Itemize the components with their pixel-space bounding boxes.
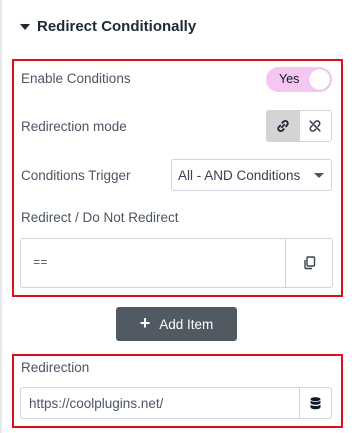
- enable-conditions-toggle[interactable]: Yes: [266, 67, 332, 92]
- link-mode-button[interactable]: [267, 111, 299, 141]
- copy-icon: [303, 256, 315, 270]
- conditions-trigger-select[interactable]: All - AND Conditions: [171, 159, 332, 191]
- redirection-label: Redirection: [21, 360, 90, 375]
- toggle-knob: [309, 69, 330, 90]
- section-header[interactable]: Redirect Conditionally: [20, 18, 196, 35]
- redirect-rule-label: Redirect / Do Not Redirect: [21, 210, 179, 225]
- redirection-mode-label: Redirection mode: [21, 119, 127, 134]
- enable-conditions-label: Enable Conditions: [21, 71, 131, 86]
- caret-down-icon: [20, 24, 30, 30]
- add-item-label: Add Item: [159, 316, 214, 332]
- database-icon: [310, 396, 321, 409]
- unlink-mode-button[interactable]: [298, 111, 331, 141]
- redirection-url-value: https://coolplugins.net/: [29, 396, 164, 411]
- toggle-label: Yes: [279, 72, 300, 86]
- panel-edge: [0, 0, 2, 433]
- copy-button[interactable]: [286, 239, 332, 287]
- redirection-mode-buttons: [266, 110, 332, 142]
- add-item-button[interactable]: + Add Item: [116, 307, 237, 341]
- redirect-rule-value: ==: [33, 256, 48, 270]
- redirection-url-field[interactable]: https://coolplugins.net/: [20, 387, 332, 419]
- conditions-trigger-value: All - AND Conditions: [178, 167, 301, 183]
- chevron-down-icon: [314, 173, 324, 178]
- plus-icon: +: [139, 313, 151, 333]
- redirect-rule-field[interactable]: ==: [20, 238, 333, 288]
- unlink-icon: [309, 120, 321, 132]
- link-icon: [277, 120, 289, 132]
- conditions-trigger-label: Conditions Trigger: [21, 168, 131, 183]
- dynamic-tags-button[interactable]: [300, 388, 331, 418]
- section-title: Redirect Conditionally: [37, 18, 197, 35]
